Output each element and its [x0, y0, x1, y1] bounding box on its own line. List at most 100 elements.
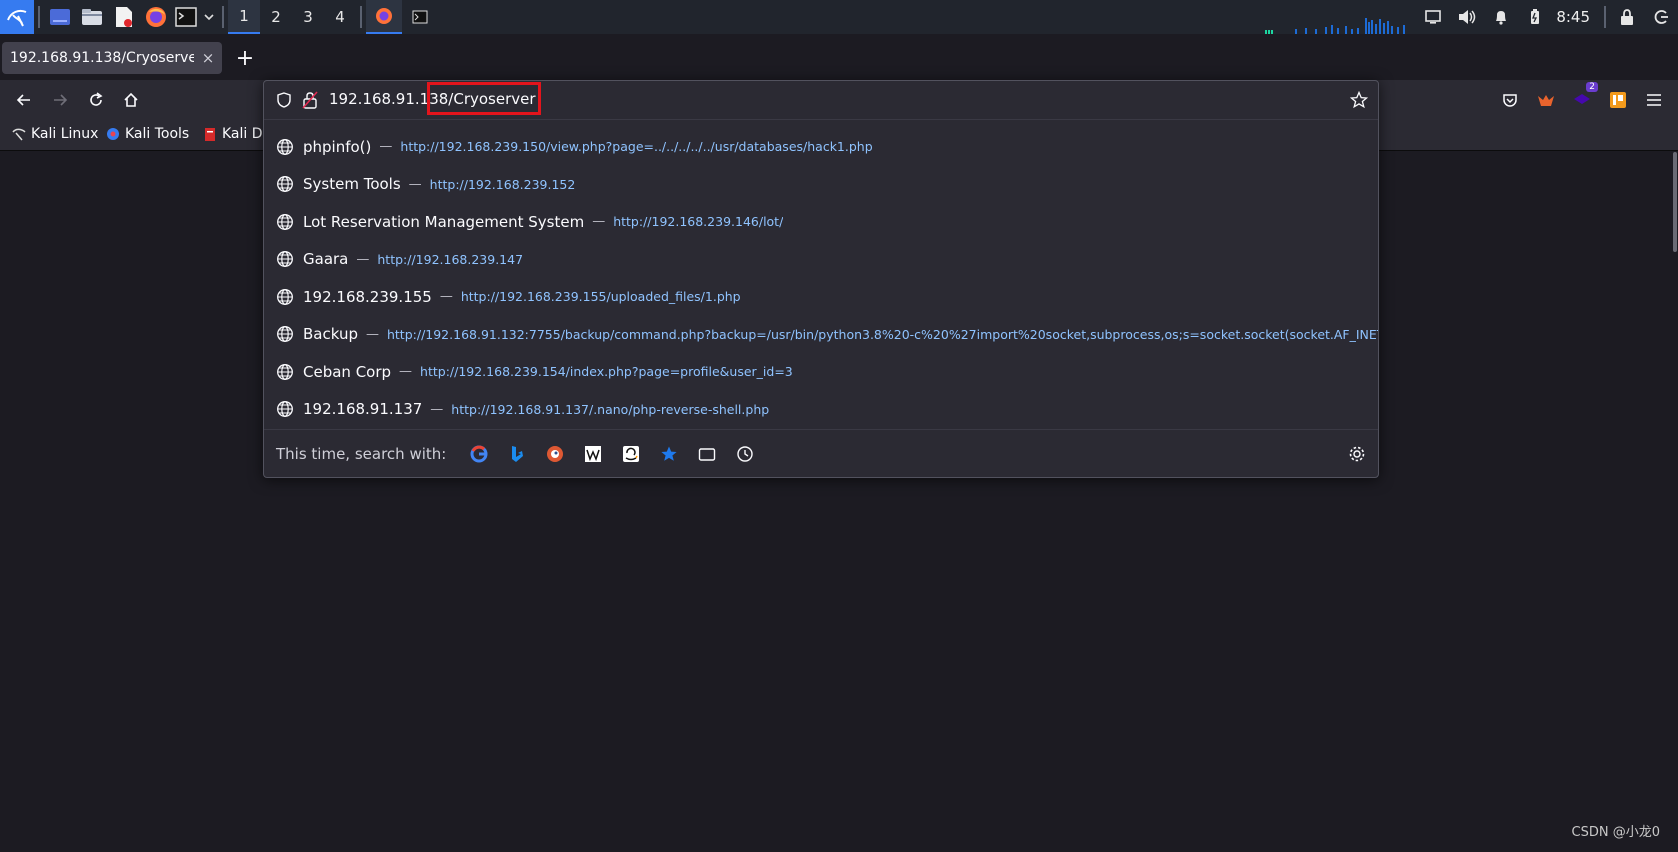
- suggestion-row[interactable]: System Tools — http://192.168.239.152: [264, 166, 1378, 203]
- wappalyzer-extension-button[interactable]: 2: [1568, 82, 1598, 114]
- suggestion-row[interactable]: 192.168.91.137 — http://192.168.91.137/.na…: [264, 391, 1378, 428]
- kali-docs-icon: [205, 128, 215, 141]
- suggestion-separator: —: [399, 364, 413, 379]
- suggestion-title: Gaara: [303, 250, 349, 268]
- suggestion-url: http://192.168.91.137/.nano/php-reverse-…: [451, 401, 770, 417]
- suggestion-title: 192.168.239.155: [303, 287, 432, 306]
- workspace-3[interactable]: 3: [292, 0, 324, 34]
- suggestion-row[interactable]: Backup — http://192.168.91.132:7755/backup…: [264, 316, 1378, 353]
- bing-search-button[interactable]: [506, 443, 528, 465]
- amazon-search-button[interactable]: [620, 443, 642, 465]
- fox-icon: [1538, 95, 1554, 106]
- text-editor-icon[interactable]: [108, 0, 140, 34]
- tab-close-button[interactable]: ×: [194, 49, 222, 67]
- suggestion-row[interactable]: 192.168.239.155 — http://192.168.239.155/u…: [264, 278, 1378, 315]
- star-icon[interactable]: [1350, 91, 1368, 109]
- suggestion-separator: —: [430, 401, 444, 417]
- volume-icon[interactable]: [1450, 0, 1484, 34]
- globe-icon: [277, 176, 293, 192]
- suggestion-row[interactable]: Ceban Corp — http://192.168.239.154/index.…: [264, 353, 1378, 390]
- top-panel: 1 2 3 4 8:45: [0, 0, 1678, 34]
- suggestion-url: http://192.168.239.150/view.php?page=../…: [400, 139, 873, 154]
- watermark: CSDN @小龙0: [1571, 825, 1660, 840]
- suggestion-title: phpinfo(): [303, 137, 372, 156]
- kali-tools-icon: [107, 128, 119, 140]
- history-search-button[interactable]: [734, 443, 756, 465]
- wikipedia-search-button[interactable]: [582, 443, 604, 465]
- kali-dragon-icon: [12, 128, 26, 141]
- suggestion-title: Lot Reservation Management System: [303, 212, 585, 231]
- firefox-icon[interactable]: [140, 0, 172, 34]
- shield-icon[interactable]: [276, 92, 292, 108]
- tab-icon: [699, 448, 716, 461]
- arrow-left-icon: [16, 94, 30, 106]
- terminal-icon: [412, 10, 428, 24]
- bookmarks-search-button[interactable]: [658, 443, 680, 465]
- terminal-icon[interactable]: [172, 0, 200, 34]
- globe-icon: [277, 363, 293, 380]
- bookmark-label: Kali Tools: [125, 126, 190, 142]
- suggestion-row[interactable]: phpinfo() — http://192.168.239.150/view.ph…: [264, 128, 1378, 165]
- workspace-2[interactable]: 2: [260, 0, 292, 34]
- home-button[interactable]: [117, 86, 145, 114]
- bookmark-kali-tools[interactable]: Kali Tools: [106, 126, 189, 142]
- wikipedia-icon: [585, 446, 602, 462]
- forward-button[interactable]: [46, 86, 74, 114]
- bing-icon: [512, 446, 524, 462]
- reload-button[interactable]: [82, 86, 110, 114]
- browser-tab[interactable]: 192.168.91.138/Cryoserver ×: [2, 42, 222, 74]
- ip-extension-button[interactable]: [1604, 86, 1632, 114]
- search-with-label: This time, search with:: [276, 445, 447, 463]
- arrow-right-icon: [54, 94, 68, 106]
- bookmark-kali-linux[interactable]: Kali Linux: [12, 126, 98, 142]
- new-tab-button[interactable]: +: [234, 48, 256, 70]
- workspace-4[interactable]: 4: [324, 0, 356, 34]
- ip-icon: [1610, 92, 1626, 108]
- gear-icon: [1349, 446, 1365, 462]
- urlbar-dropdown: 192.168.91.138/Cryoserver phpinfo() — http…: [263, 80, 1379, 478]
- screen-icon[interactable]: [1416, 0, 1450, 34]
- insecure-lock-icon[interactable]: [302, 91, 318, 109]
- tabs-search-button[interactable]: [696, 443, 718, 465]
- desktop-icon[interactable]: [44, 0, 76, 34]
- panel-separator: [1604, 6, 1606, 28]
- google-search-button[interactable]: [468, 443, 490, 465]
- terminal-task-button[interactable]: [402, 0, 438, 34]
- suggestion-separator: —: [408, 176, 422, 192]
- pocket-button[interactable]: [1496, 86, 1524, 114]
- firefox-task-button[interactable]: [366, 0, 402, 34]
- pocket-icon: [1503, 94, 1517, 107]
- bookmark-star-icon: [661, 446, 677, 461]
- globe-icon: [277, 138, 293, 155]
- suggestion-row[interactable]: Lot Reservation Management System — http:/…: [264, 203, 1378, 240]
- bookmark-kali-docs[interactable]: Kali Do: [203, 126, 271, 142]
- kali-menu-icon[interactable]: [0, 0, 34, 34]
- suggestion-separator: —: [365, 326, 379, 342]
- highlight-box: [427, 82, 541, 115]
- battery-icon[interactable]: [1518, 0, 1552, 34]
- logout-icon[interactable]: [1644, 0, 1678, 34]
- hamburger-menu-icon: [1647, 94, 1661, 106]
- back-button[interactable]: [10, 86, 38, 114]
- lock-icon[interactable]: [1610, 0, 1644, 34]
- search-settings-button[interactable]: [1346, 443, 1368, 465]
- urlbar[interactable]: 192.168.91.138/Cryoserver: [264, 81, 1378, 120]
- suggestion-url: http://192.168.239.146/lot/: [613, 214, 784, 229]
- duckduckgo-search-button[interactable]: [544, 443, 566, 465]
- globe-icon: [277, 401, 293, 417]
- notification-bell-icon[interactable]: [1484, 0, 1518, 34]
- one-off-search-row: This time, search with:: [264, 429, 1378, 478]
- foxyproxy-extension-button[interactable]: [1532, 86, 1560, 114]
- menu-button[interactable]: [1640, 86, 1668, 114]
- chevron-down-icon[interactable]: [200, 0, 218, 34]
- suggestion-title: Ceban Corp: [303, 362, 392, 381]
- page-scrollbar[interactable]: [1673, 152, 1677, 252]
- suggestion-url: http://192.168.91.132:7755/backup/comman…: [386, 326, 1378, 342]
- workspace-1[interactable]: 1: [228, 0, 260, 34]
- clock[interactable]: 8:45: [1552, 8, 1600, 26]
- file-manager-icon[interactable]: [76, 0, 108, 34]
- suggestion-row[interactable]: Gaara — http://192.168.239.147: [264, 241, 1378, 278]
- suggestion-separator: —: [439, 289, 453, 304]
- home-icon: [124, 92, 138, 107]
- suggestion-title: System Tools: [303, 175, 401, 193]
